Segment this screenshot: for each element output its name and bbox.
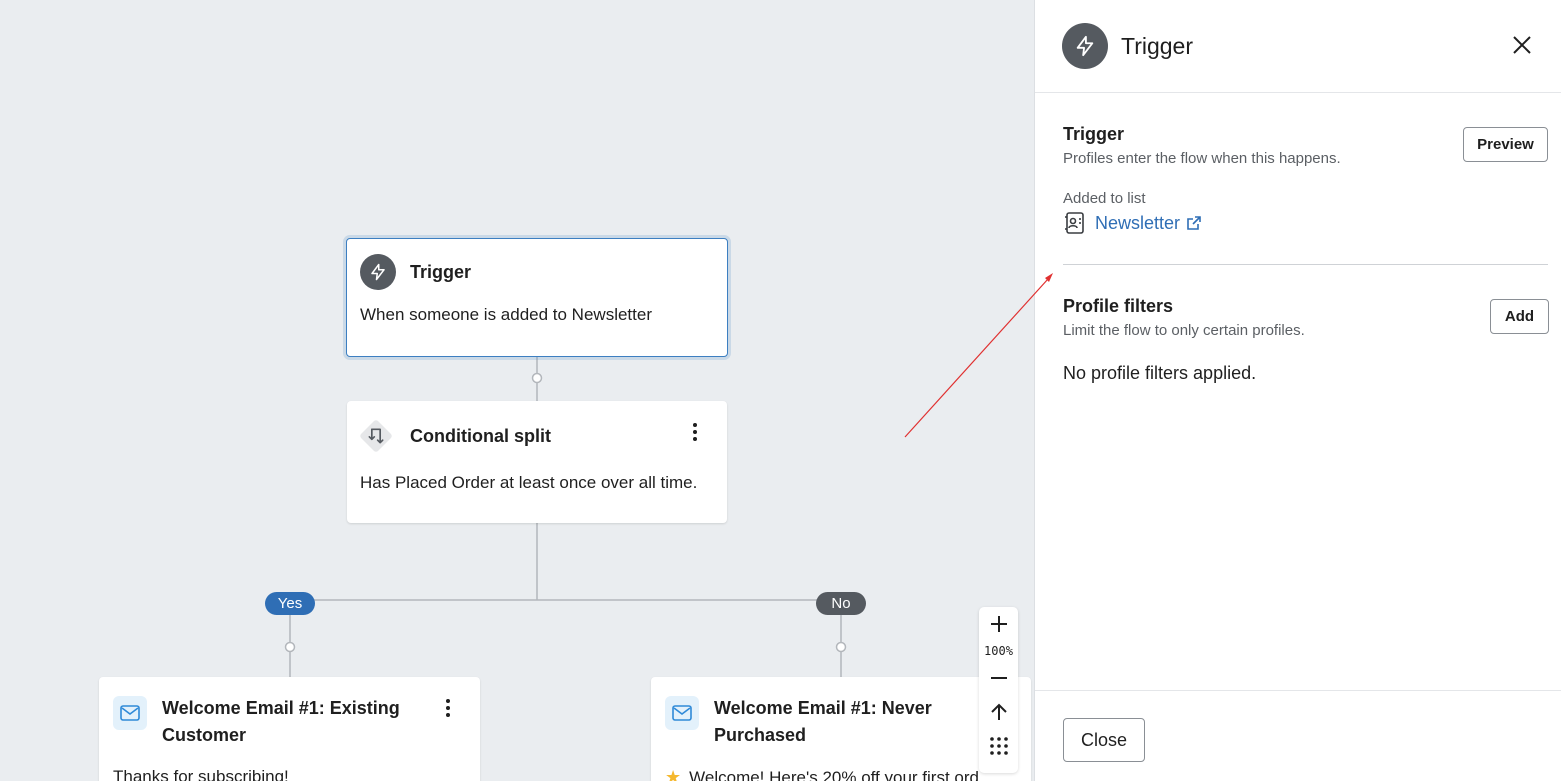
connector-dot	[531, 372, 543, 384]
email-node-existing-customer[interactable]: Welcome Email #1: Existing Customer Than…	[99, 677, 480, 781]
star-emoji-icon: ★	[665, 767, 682, 781]
external-link-icon[interactable]	[1186, 215, 1202, 231]
close-button[interactable]: Close	[1063, 718, 1145, 762]
email-node-preview: Thanks for subscribing!	[113, 767, 289, 781]
no-branch-label: No	[816, 592, 866, 615]
panel-header: Trigger	[1035, 0, 1561, 93]
list-label: Added to list	[1063, 190, 1146, 207]
fit-to-top-button[interactable]	[979, 695, 1018, 729]
profile-filters-title: Profile filters	[1063, 296, 1174, 316]
conditional-split-node[interactable]: Conditional split Has Placed Order at le…	[347, 401, 727, 523]
profile-filters-subtitle: Limit the flow to only certain profiles.	[1063, 322, 1305, 339]
flow-connectors	[284, 357, 847, 677]
yes-branch-label: Yes	[265, 592, 315, 615]
minus-icon	[990, 677, 1007, 679]
split-node-title: Conditional split	[410, 425, 551, 446]
preview-button[interactable]: Preview	[1463, 127, 1548, 162]
email-node-never-purchased[interactable]: Welcome Email #1: Never Purchased ★ Welc…	[651, 677, 1031, 781]
minimap-button[interactable]	[979, 729, 1018, 763]
zoom-out-button[interactable]	[979, 661, 1018, 695]
trigger-settings-panel: Trigger Trigger Profiles enter the flow …	[1034, 0, 1561, 781]
close-icon	[1513, 36, 1531, 54]
email-node-menu-button[interactable]	[438, 694, 458, 722]
section-divider	[1063, 264, 1548, 265]
trigger-node-description: When someone is added to Newsletter	[360, 305, 652, 324]
split-node-menu-button[interactable]	[685, 418, 705, 446]
connector-dot	[835, 641, 847, 653]
lightning-icon	[1062, 23, 1108, 69]
panel-title: Trigger	[1121, 32, 1193, 59]
split-node-description: Has Placed Order at least once over all …	[360, 473, 698, 492]
email-node-title-line1: Welcome Email #1: Never	[714, 698, 932, 718]
zoom-in-button[interactable]	[979, 607, 1018, 641]
mail-icon	[665, 696, 699, 730]
trigger-node-title: Trigger	[410, 261, 472, 282]
plus-icon	[990, 616, 1007, 632]
close-panel-button[interactable]	[1507, 30, 1537, 60]
mail-icon	[113, 696, 147, 730]
profile-filters-empty: No profile filters applied.	[1063, 363, 1548, 384]
panel-footer: Close	[1035, 690, 1561, 781]
trigger-node[interactable]: Trigger When someone is added to Newslet…	[346, 238, 728, 357]
email-node-title-line1: Welcome Email #1: Existing	[162, 698, 400, 718]
email-node-preview: Welcome! Here's 20% off your first ord	[689, 767, 979, 781]
email-node-title-line2: Customer	[162, 725, 247, 745]
flow-canvas[interactable]: Trigger When someone is added to Newslet…	[0, 0, 1034, 781]
newsletter-list-link[interactable]: Newsletter	[1095, 213, 1180, 234]
profile-filters-section: Profile filters Limit the flow to only c…	[1063, 296, 1548, 339]
kebab-icon	[693, 423, 697, 441]
split-icon	[358, 418, 394, 454]
connector-dot	[284, 641, 296, 653]
grid-dots-icon	[989, 737, 1008, 755]
kebab-icon	[446, 699, 450, 717]
email-node-title-line2: Purchased	[714, 725, 807, 745]
add-filter-button[interactable]: Add	[1490, 299, 1549, 334]
lightning-icon	[360, 254, 396, 290]
trigger-list-info: Added to list Newsletter	[1063, 190, 1548, 235]
list-contacts-icon	[1065, 212, 1084, 234]
zoom-level: 100%	[984, 644, 1013, 658]
zoom-controls: 100%	[979, 607, 1018, 773]
arrow-up-icon	[990, 703, 1007, 720]
no-filters-text: No profile filters applied.	[1063, 363, 1257, 383]
